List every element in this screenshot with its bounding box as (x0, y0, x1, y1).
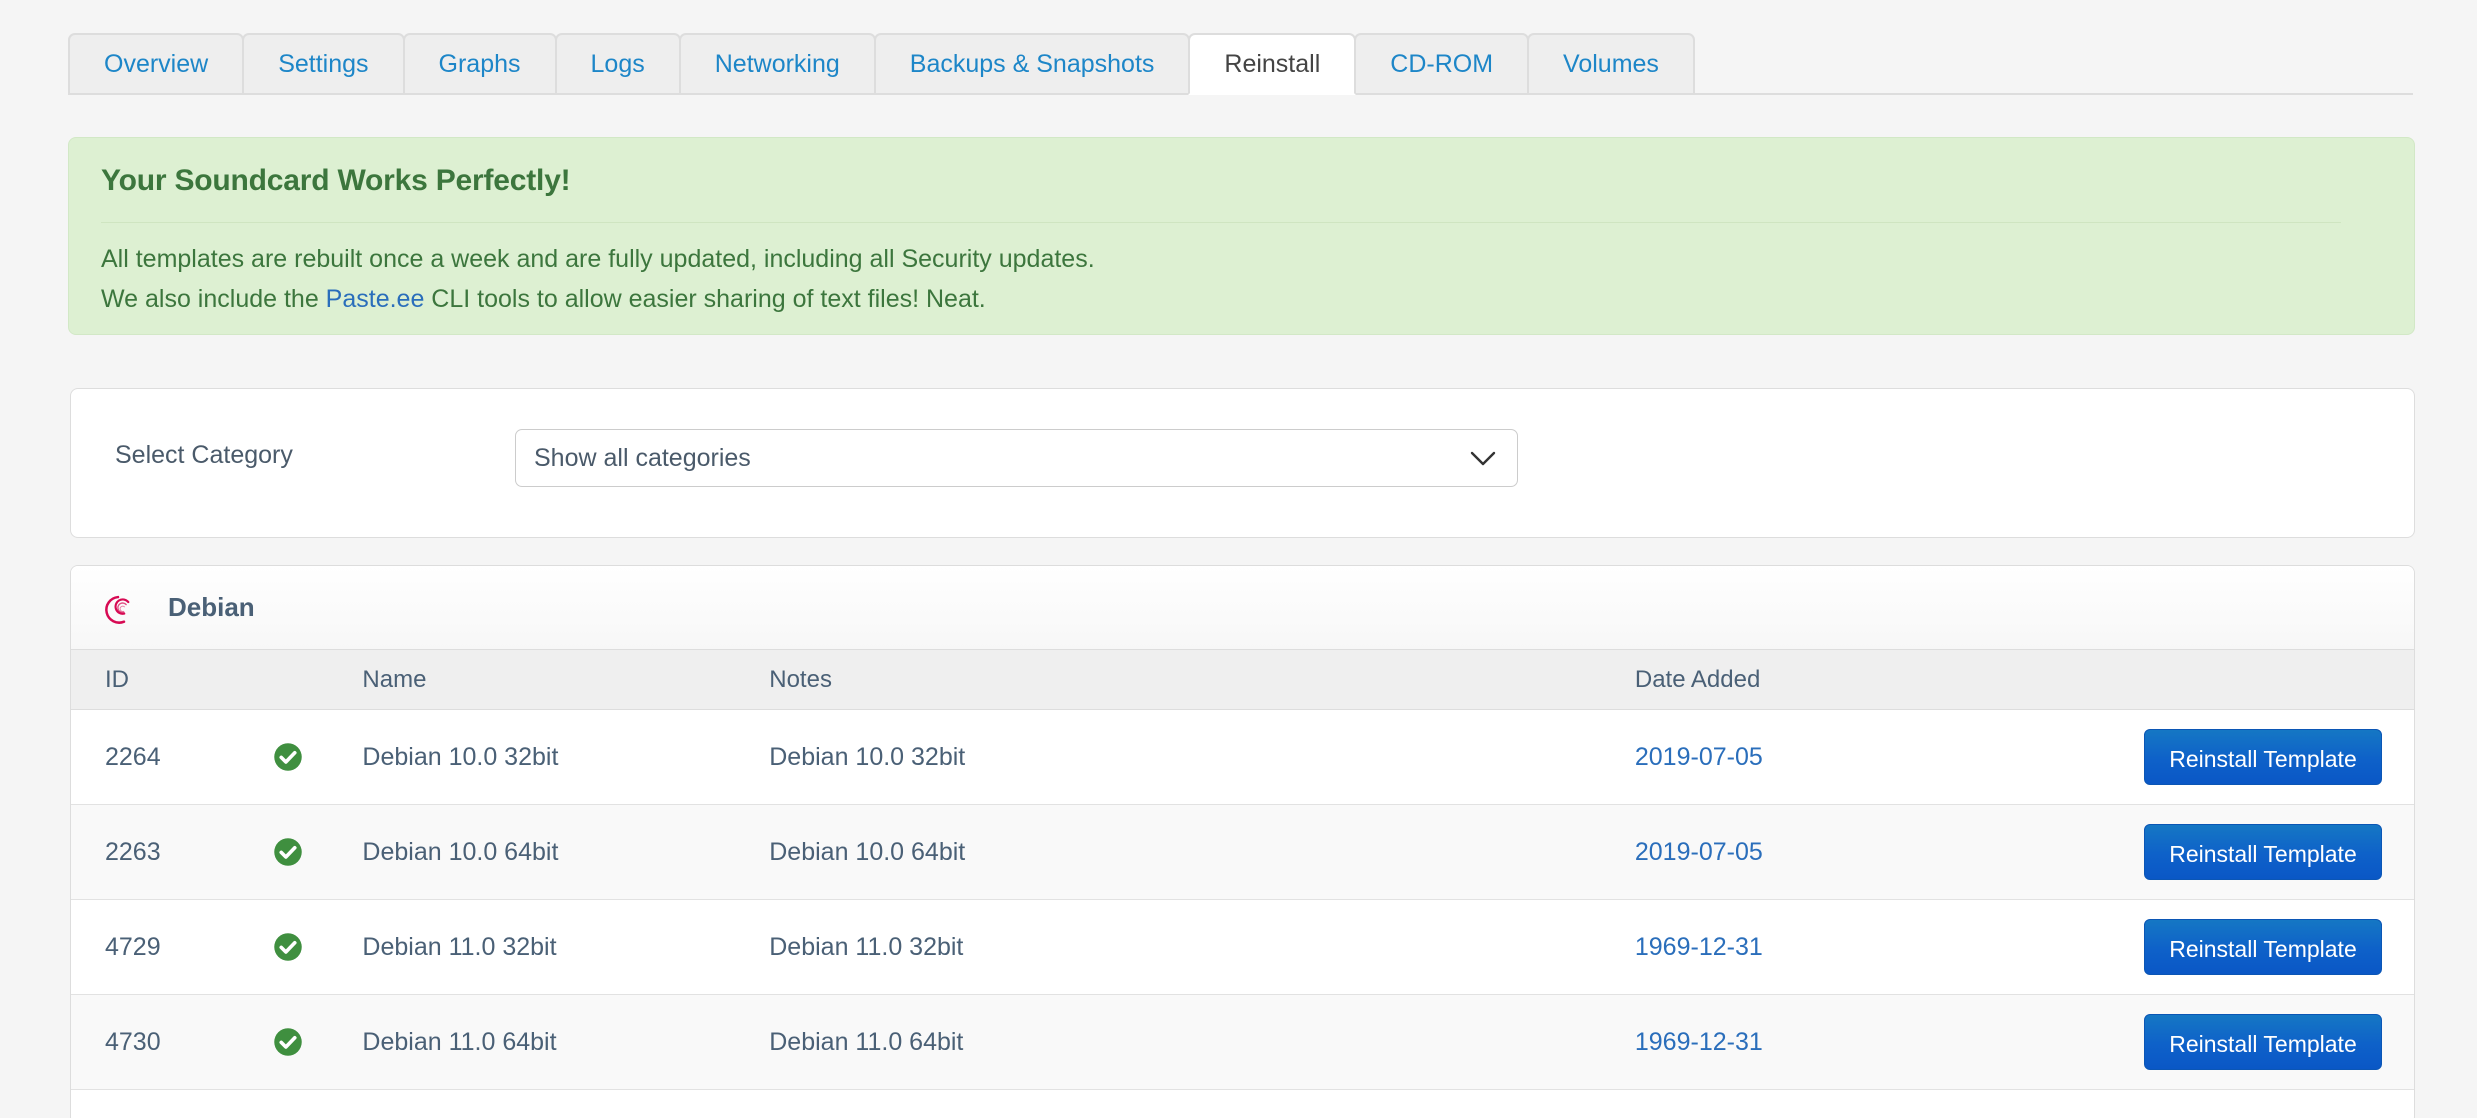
alert-line-2-prefix: We also include the (101, 285, 326, 313)
reinstall-template-button[interactable]: Reinstall Template (2144, 729, 2382, 785)
date-added-link[interactable]: 1969-12-31 (1635, 1028, 1763, 1056)
table-row: 2263 Debian 10.0 64bit Debian 10.0 64bit 20… (71, 804, 2414, 900)
date-added-link[interactable]: 1969-12-31 (1635, 933, 1763, 961)
column-header-date: Date Added (1634, 649, 2068, 710)
debian-swirl-logo-icon (103, 588, 143, 628)
tab-settings[interactable]: Settings (242, 33, 405, 93)
cell-name: Debian 10.0 64bit (362, 804, 770, 900)
cell-id: 4730 (71, 994, 273, 1090)
tab-reinstall[interactable]: Reinstall (1188, 33, 1357, 95)
cell-action: Reinstall Template (2067, 709, 2414, 805)
template-group-card: Debian ID Name Notes Date Added 2264 Debi… (70, 565, 2415, 1118)
check-circle-icon (272, 709, 363, 805)
reinstall-page: Overview Settings Graphs Logs Networking Back… (0, 0, 2477, 1118)
tab-bar: Overview Settings Graphs Logs Networking Back… (68, 33, 2413, 95)
category-select[interactable]: Show all categories (515, 429, 1518, 487)
cell-name: Debian 11.0 32bit (362, 899, 770, 995)
column-header-name: Name (362, 649, 770, 710)
tab-overview[interactable]: Overview (68, 33, 245, 93)
tab-volumes[interactable]: Volumes (1527, 33, 1695, 93)
tab-networking[interactable]: Networking (678, 33, 876, 93)
table-header-row: ID Name Notes Date Added (71, 649, 2414, 710)
select-category-label: Select Category (115, 441, 293, 469)
cell-date: 1969-12-31 (1634, 899, 2068, 995)
alert-line-2-suffix: CLI tools to allow easier sharing of tex… (424, 285, 986, 313)
cell-id: 4729 (71, 899, 273, 995)
templates-table-head: ID Name Notes Date Added (71, 649, 2414, 710)
table-row: 2264 Debian 10.0 32bit Debian 10.0 32bit 20… (71, 709, 2414, 805)
cell-action: Reinstall Template (2067, 804, 2414, 900)
tab-cd-rom[interactable]: CD-ROM (1354, 33, 1530, 93)
cell-name: Debian 11.0 64bit (362, 994, 770, 1090)
alert-title: Your Soundcard Works Perfectly! (101, 164, 571, 197)
cell-notes: Debian 11.0 64bit (769, 994, 1635, 1090)
cell-date: 2019-07-05 (1634, 804, 2068, 900)
column-header-notes: Notes (769, 649, 1635, 710)
paste-ee-link[interactable]: Paste.ee (326, 285, 425, 313)
check-circle-icon (272, 804, 363, 900)
tab-graphs[interactable]: Graphs (402, 33, 557, 93)
cell-name: Debian 10.0 32bit (362, 709, 770, 805)
tab-backups-snapshots[interactable]: Backups & Snapshots (873, 33, 1191, 93)
table-row: 4730 Debian 11.0 64bit Debian 11.0 64bit 19… (71, 994, 2414, 1090)
select-category-panel: Select Category Show all categories (70, 388, 2415, 538)
cell-date: 1969-12-31 (1634, 994, 2068, 1090)
reinstall-template-button[interactable]: Reinstall Template (2144, 919, 2382, 975)
tab-logs[interactable]: Logs (554, 33, 681, 93)
alert-line-2: We also include the Paste.ee CLI tools t… (101, 279, 2382, 319)
cell-date: 2019-07-05 (1634, 709, 2068, 805)
column-header-id: ID (71, 649, 273, 710)
check-circle-icon (272, 899, 363, 995)
cell-id: 2263 (71, 804, 273, 900)
date-added-link[interactable]: 2019-07-05 (1635, 838, 1763, 866)
templates-table-body: 2264 Debian 10.0 32bit Debian 10.0 32bit 20… (71, 709, 2414, 1090)
soundcard-alert: Your Soundcard Works Perfectly! All temp… (68, 137, 2415, 335)
alert-line-1: All templates are rebuilt once a week an… (101, 245, 1095, 273)
alert-divider (101, 222, 2341, 223)
check-circle-icon (272, 994, 363, 1090)
reinstall-template-button[interactable]: Reinstall Template (2144, 1014, 2382, 1070)
cell-notes: Debian 11.0 32bit (769, 899, 1635, 995)
templates-table: ID Name Notes Date Added 2264 Debian 10.0… (71, 649, 2414, 1090)
cell-id: 2264 (71, 709, 273, 805)
column-header-action (2067, 649, 2414, 710)
column-header-status (272, 649, 363, 710)
table-row: 4729 Debian 11.0 32bit Debian 11.0 32bit 19… (71, 899, 2414, 995)
os-group-name: Debian (168, 592, 255, 622)
cell-action: Reinstall Template (2067, 994, 2414, 1090)
template-group-header: Debian (71, 566, 2414, 649)
date-added-link[interactable]: 2019-07-05 (1635, 743, 1763, 771)
cell-action: Reinstall Template (2067, 899, 2414, 995)
cell-notes: Debian 10.0 32bit (769, 709, 1635, 805)
reinstall-template-button[interactable]: Reinstall Template (2144, 824, 2382, 880)
cell-notes: Debian 10.0 64bit (769, 804, 1635, 900)
select-category-control: Show all categories (515, 429, 1518, 487)
